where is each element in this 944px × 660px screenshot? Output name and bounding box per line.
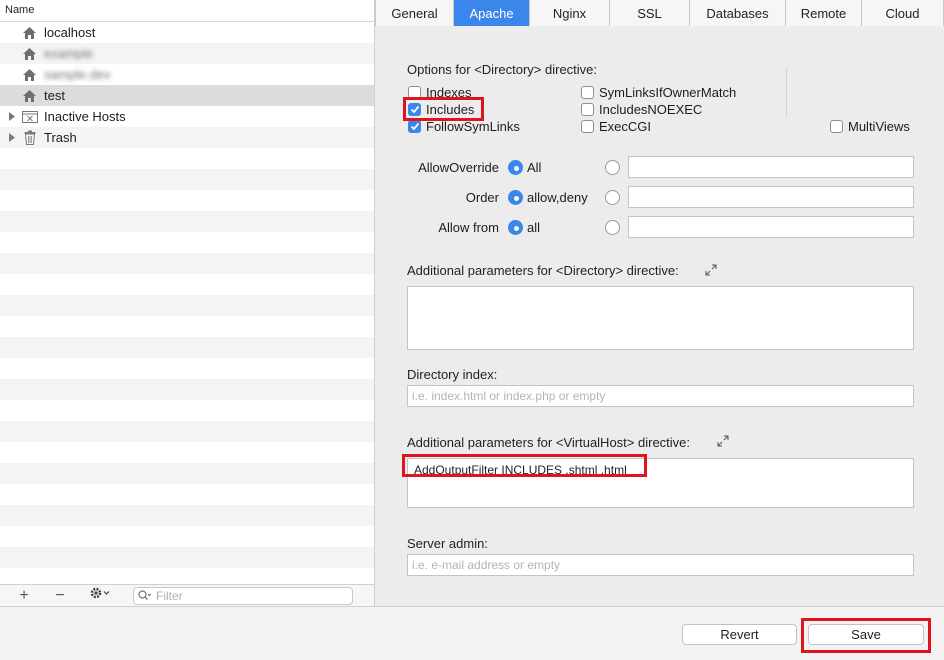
checkbox-box <box>830 120 843 133</box>
checkbox-box <box>581 103 594 116</box>
symlinks-owner-checkbox[interactable]: SymLinksIfOwnerMatch <box>581 85 736 100</box>
allow-override-preset-label: All <box>527 160 542 175</box>
multiviews-checkbox[interactable]: MultiViews <box>830 119 910 134</box>
options-divider <box>786 68 787 118</box>
host-row-inactive-hosts[interactable]: Inactive Hosts <box>0 106 374 127</box>
order-custom-field[interactable] <box>628 186 914 208</box>
inactive-folder-icon <box>21 108 38 125</box>
tab-nginx[interactable]: Nginx <box>530 0 610 26</box>
filter-input[interactable] <box>156 589 336 603</box>
tab-ssl[interactable]: SSL <box>610 0 690 26</box>
home-icon <box>21 45 38 62</box>
checkbox-label: FollowSymLinks <box>426 119 520 134</box>
tab-cloud[interactable]: Cloud <box>862 0 944 26</box>
tab-databases[interactable]: Databases <box>690 0 786 26</box>
add-host-button[interactable]: + <box>6 586 42 606</box>
virtualhost-params-textarea[interactable]: AddOutputFilter INCLUDES .shtml .html <box>407 458 914 508</box>
exec-cgi-checkbox[interactable]: ExecCGI <box>581 119 651 134</box>
allow-from-custom-radio[interactable] <box>605 220 620 235</box>
home-icon <box>21 66 38 83</box>
host-row-test[interactable]: test <box>0 85 374 106</box>
checkbox-box <box>408 86 421 99</box>
tab-bar: General Apache Nginx SSL Databases Remot… <box>375 0 944 26</box>
checkbox-label: MultiViews <box>848 119 910 134</box>
host-list: localhost example sample.dev test Inacti… <box>0 22 374 584</box>
remove-host-button[interactable]: − <box>42 586 78 606</box>
directory-params-textarea[interactable] <box>407 286 914 350</box>
checkbox-label: ExecCGI <box>599 119 652 134</box>
host-row-sample[interactable]: sample.dev <box>0 64 374 85</box>
host-label: Trash <box>44 130 77 145</box>
host-label: Inactive Hosts <box>44 109 126 124</box>
directory-index-field[interactable] <box>407 385 914 407</box>
allow-from-custom-field[interactable] <box>628 216 914 238</box>
allow-override-custom-radio[interactable] <box>605 160 620 175</box>
save-button[interactable]: Save <box>808 624 924 645</box>
virtualhost-params-label: Additional parameters for <VirtualHost> … <box>407 435 691 450</box>
search-icon <box>138 589 152 604</box>
checkbox-label: Includes <box>426 102 475 117</box>
tab-general[interactable]: General <box>375 0 454 26</box>
checkbox-label: Indexes <box>426 85 472 100</box>
host-sidebar: Name localhost example sample.dev test I… <box>0 0 375 606</box>
trash-icon <box>21 129 38 146</box>
actions-menu-button[interactable] <box>78 586 122 606</box>
home-icon <box>21 24 38 41</box>
checkbox-box <box>581 120 594 133</box>
checkbox-label: IncludesNOEXEC <box>599 102 703 117</box>
expand-icon[interactable] <box>704 263 718 277</box>
server-admin-label: Server admin: <box>407 536 488 551</box>
directory-params-label: Additional parameters for <Directory> di… <box>407 263 679 278</box>
settings-panel: General Apache Nginx SSL Databases Remot… <box>375 0 944 606</box>
allow-from-preset-radio[interactable] <box>508 220 523 235</box>
follow-symlinks-checkbox[interactable]: FollowSymLinks <box>408 119 520 134</box>
expand-icon[interactable] <box>716 434 730 448</box>
tab-apache[interactable]: Apache <box>454 0 530 26</box>
server-admin-field[interactable] <box>407 554 914 576</box>
checkbox-box <box>581 86 594 99</box>
checkbox-label: SymLinksIfOwnerMatch <box>599 85 737 100</box>
host-row-localhost[interactable]: localhost <box>0 22 374 43</box>
name-column-header[interactable]: Name <box>0 0 374 22</box>
home-icon <box>21 87 38 104</box>
sidebar-toolbar: + − <box>0 584 374 606</box>
host-label: localhost <box>44 25 96 40</box>
allow-override-label: AllowOverride <box>418 160 499 175</box>
directory-index-label: Directory index: <box>407 367 498 382</box>
indexes-checkbox[interactable]: Indexes <box>408 85 472 100</box>
host-row-trash[interactable]: Trash <box>0 127 374 148</box>
disclosure-triangle-icon[interactable] <box>8 133 16 142</box>
options-label: Options for <Directory> directive: <box>407 62 598 77</box>
includes-checkbox[interactable]: Includes <box>408 102 474 117</box>
gear-icon <box>89 586 111 605</box>
allow-from-preset-label: all <box>527 220 541 235</box>
filter-field[interactable] <box>133 587 353 605</box>
order-preset-radio[interactable] <box>508 190 523 205</box>
checkmark-icon <box>408 103 421 116</box>
order-custom-radio[interactable] <box>605 190 620 205</box>
includes-noexec-checkbox[interactable]: IncludesNOEXEC <box>581 102 702 117</box>
checkmark-icon <box>408 120 421 133</box>
order-label: Order <box>465 190 499 205</box>
allow-override-preset-radio[interactable] <box>508 160 523 175</box>
host-label: test <box>44 88 65 103</box>
disclosure-triangle-icon[interactable] <box>8 112 16 121</box>
revert-button[interactable]: Revert <box>682 624 797 645</box>
host-label: example <box>44 46 94 61</box>
host-label: sample.dev <box>44 67 111 82</box>
bottom-bar: Revert Save <box>0 606 944 660</box>
order-preset-label: allow,deny <box>527 190 588 205</box>
allow-from-label: Allow from <box>438 220 499 235</box>
host-row-example[interactable]: example <box>0 43 374 64</box>
tab-remote[interactable]: Remote <box>786 0 862 26</box>
allow-override-custom-field[interactable] <box>628 156 914 178</box>
